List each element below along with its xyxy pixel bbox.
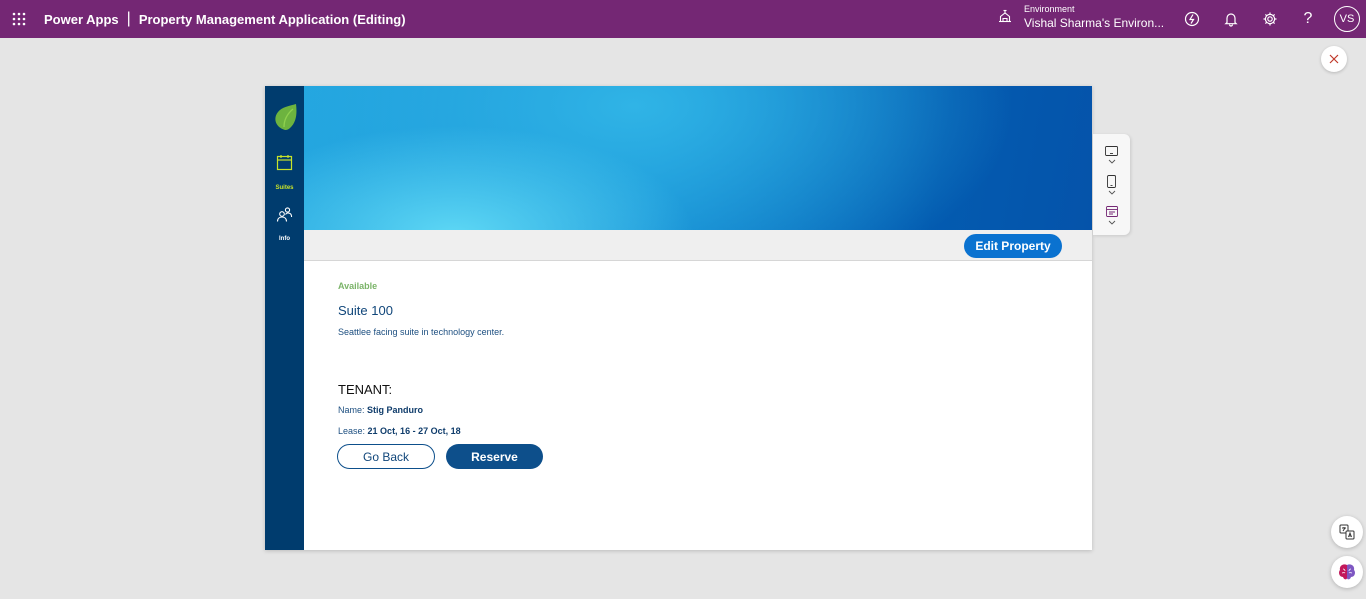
help-icon[interactable]: ? (1299, 10, 1317, 28)
side-navigation: Suites Info (265, 86, 304, 550)
leaf-logo-icon (275, 104, 297, 130)
translate-icon (1339, 524, 1355, 540)
brain-icon (1339, 564, 1355, 580)
environment-label: Environment (1024, 4, 1075, 14)
calendar-icon[interactable] (276, 154, 293, 171)
edit-property-button[interactable]: Edit Property (964, 234, 1062, 258)
assistant-button[interactable] (1331, 556, 1363, 588)
screen-layout-button[interactable] (1103, 206, 1120, 234)
tenant-heading: TENANT: (338, 382, 393, 397)
tenant-name-label: Name: (338, 405, 365, 415)
reserve-button[interactable]: Reserve (446, 444, 543, 469)
tablet-layout-button[interactable] (1103, 146, 1120, 174)
device-preview-panel (1093, 134, 1130, 235)
brand-name[interactable]: Power Apps (44, 12, 119, 27)
environment-picker[interactable]: Environment Vishal Sharma's Environ... (997, 3, 1164, 29)
close-preview-button[interactable] (1321, 46, 1347, 72)
app-canvas: Suites Info Edit Property Available Suit… (265, 86, 1092, 550)
notification-bell-icon[interactable] (1222, 10, 1240, 28)
suite-description: Seattlee facing suite in technology cent… (338, 327, 505, 337)
tablet-icon (1105, 146, 1118, 156)
avatar[interactable]: VS (1334, 6, 1360, 32)
phone-layout-button[interactable] (1103, 175, 1120, 203)
environment-value: Vishal Sharma's Environ... (1024, 16, 1165, 30)
nav-suites-label[interactable]: Suites (265, 185, 304, 191)
settings-gear-icon[interactable] (1261, 10, 1279, 28)
environment-icon (999, 9, 1011, 23)
lease-label: Lease: (338, 426, 366, 436)
tenant-name-value: Stig Panduro (367, 405, 424, 415)
tenant-name-row: Name: Stig Panduro (338, 405, 423, 415)
waffle-icon[interactable] (0, 0, 38, 38)
nav-info-label[interactable]: Info (265, 236, 304, 242)
suite-name: Suite 100 (338, 303, 393, 318)
chevron-down-icon (1108, 190, 1115, 195)
chevron-down-icon (1108, 159, 1115, 164)
top-bar: Power Apps | Property Management Applica… (0, 0, 1366, 38)
phone-icon (1107, 175, 1116, 188)
lease-value: 21 Oct, 16 - 27 Oct, 18 (367, 426, 461, 436)
calendar-view-icon (1105, 206, 1118, 217)
go-back-button[interactable]: Go Back (337, 444, 435, 469)
close-icon (1329, 54, 1339, 64)
title-separator: | (126, 10, 131, 27)
availability-status: Available (338, 281, 378, 291)
people-icon[interactable] (276, 206, 293, 223)
lease-row: Lease: 21 Oct, 16 - 27 Oct, 18 (338, 426, 461, 436)
chevron-down-icon (1108, 220, 1115, 225)
hero-banner (304, 86, 1092, 230)
translate-button[interactable] (1331, 516, 1363, 548)
property-toolbar: Edit Property (304, 230, 1092, 261)
copilot-icon[interactable] (1183, 10, 1201, 28)
app-title: Property Management Application (Editing… (138, 11, 406, 27)
